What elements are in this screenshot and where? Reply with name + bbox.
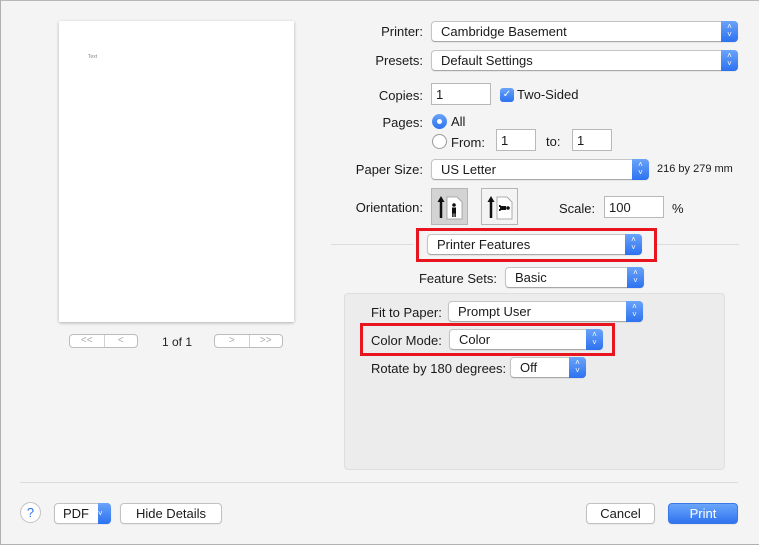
fit-to-paper-label: Fit to Paper: bbox=[371, 305, 442, 320]
copies-label: Copies: bbox=[378, 88, 423, 103]
paper-size-label: Paper Size: bbox=[355, 162, 423, 177]
two-sided-checkbox[interactable]: ✓ bbox=[500, 88, 514, 102]
chevron-down-icon: ˅ bbox=[98, 503, 111, 524]
orientation-label: Orientation: bbox=[355, 200, 423, 215]
stepper-icon: ˄ ˅ bbox=[626, 301, 643, 322]
landscape-orientation-button[interactable] bbox=[481, 188, 518, 225]
landscape-icon bbox=[487, 196, 513, 220]
back-nav-group: << < bbox=[69, 334, 138, 348]
highlight-box-color-mode bbox=[360, 323, 615, 356]
paper-size-value: US Letter bbox=[441, 162, 496, 177]
pages-from-field[interactable]: 1 bbox=[496, 129, 536, 151]
pages-to-label: to: bbox=[546, 134, 561, 149]
pages-from-label: From: bbox=[451, 135, 485, 150]
printer-label: Printer: bbox=[381, 24, 423, 39]
fit-to-paper-select[interactable]: Prompt User ˄ ˅ bbox=[448, 301, 643, 322]
forward-nav-group: > >> bbox=[214, 334, 283, 348]
rotate-value: Off bbox=[520, 360, 538, 375]
fit-to-paper-value: Prompt User bbox=[458, 304, 531, 319]
pdf-label: PDF bbox=[63, 506, 89, 521]
stepper-icon: ˄ ˅ bbox=[627, 267, 644, 288]
printer-value: Cambridge Basement bbox=[441, 24, 567, 39]
help-button[interactable]: ? bbox=[20, 502, 41, 523]
stepper-icon: ˄ ˅ bbox=[721, 50, 738, 71]
stepper-icon: ˄ ˅ bbox=[569, 357, 586, 378]
copies-field[interactable]: 1 bbox=[431, 83, 491, 105]
pages-to-field[interactable]: 1 bbox=[572, 129, 612, 151]
page-indicator: 1 of 1 bbox=[162, 335, 193, 349]
feature-sets-value: Basic bbox=[515, 270, 547, 285]
next-page-button[interactable]: > bbox=[215, 335, 249, 347]
portrait-orientation-button[interactable] bbox=[431, 188, 468, 225]
footer-divider bbox=[20, 482, 738, 483]
printer-select[interactable]: Cambridge Basement ˄ ˅ bbox=[431, 21, 738, 42]
paper-size-select[interactable]: US Letter ˄ ˅ bbox=[431, 159, 649, 180]
scale-field[interactable]: 100 bbox=[604, 196, 664, 218]
two-sided-label: Two-Sided bbox=[517, 87, 579, 102]
stepper-icon: ˄ ˅ bbox=[632, 159, 649, 180]
stepper-icon: ˄ ˅ bbox=[721, 21, 738, 42]
presets-select[interactable]: Default Settings ˄ ˅ bbox=[431, 50, 738, 71]
paper-dimensions: 216 by 279 mm bbox=[657, 163, 733, 175]
first-page-button[interactable]: << bbox=[70, 335, 104, 347]
rotate-label: Rotate by 180 degrees: bbox=[371, 361, 507, 376]
highlight-box-section-menu bbox=[416, 228, 657, 262]
pages-all-label: All bbox=[451, 114, 466, 129]
page-preview: Text bbox=[59, 21, 294, 322]
checkmark-icon: ✓ bbox=[502, 89, 512, 100]
presets-value: Default Settings bbox=[441, 53, 533, 68]
scale-label: Scale: bbox=[559, 201, 596, 216]
feature-sets-select[interactable]: Basic ˄ ˅ bbox=[505, 267, 644, 288]
hide-details-button[interactable]: Hide Details bbox=[120, 503, 222, 524]
presets-label: Presets: bbox=[375, 53, 423, 68]
pages-from-radio[interactable] bbox=[432, 134, 447, 149]
previous-page-button[interactable]: < bbox=[103, 335, 138, 347]
rotate-select[interactable]: Off ˄ ˅ bbox=[510, 357, 586, 378]
portrait-icon bbox=[437, 196, 463, 220]
feature-sets-label: Feature Sets: bbox=[418, 271, 497, 286]
help-icon: ? bbox=[26, 505, 35, 520]
pages-label: Pages: bbox=[382, 115, 423, 130]
print-button[interactable]: Print bbox=[668, 503, 738, 524]
pages-all-radio[interactable] bbox=[432, 114, 447, 129]
scale-unit: % bbox=[672, 201, 684, 216]
pdf-menu-button[interactable]: PDF ˅ bbox=[54, 503, 111, 524]
cancel-button[interactable]: Cancel bbox=[586, 503, 655, 524]
section-divider-right bbox=[657, 244, 739, 245]
preview-text: Text bbox=[88, 54, 98, 60]
last-page-button[interactable]: >> bbox=[248, 335, 283, 347]
section-divider-left bbox=[331, 244, 414, 245]
